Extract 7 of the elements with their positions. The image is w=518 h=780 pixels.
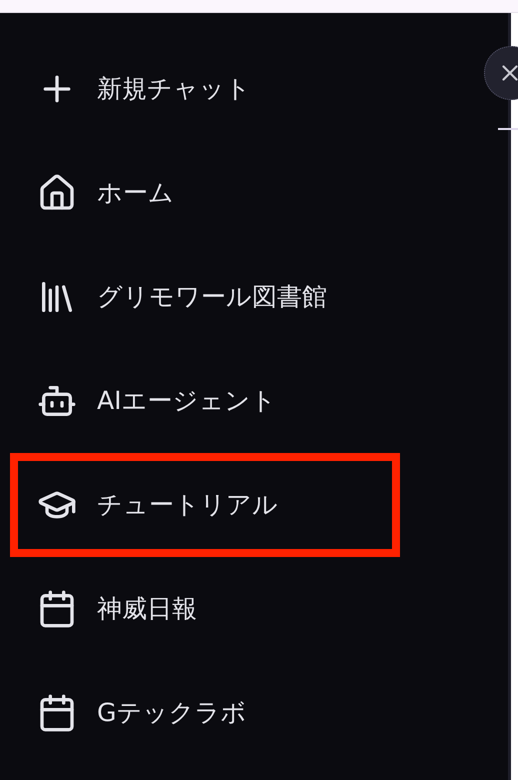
sidebar-item[interactable]: Gテックラボ xyxy=(18,693,246,733)
sidebar-item[interactable]: ホーム xyxy=(18,173,174,213)
sidebar-item[interactable]: 神威日報 xyxy=(18,589,197,629)
sidebar-item[interactable]: グリモワール図書館 xyxy=(18,277,327,317)
sidebar-item[interactable]: 新規チャット xyxy=(18,69,251,109)
sidebar-item[interactable]: チュートリアル xyxy=(18,485,278,525)
sidebar-item[interactable]: AIエージェント xyxy=(18,381,276,421)
